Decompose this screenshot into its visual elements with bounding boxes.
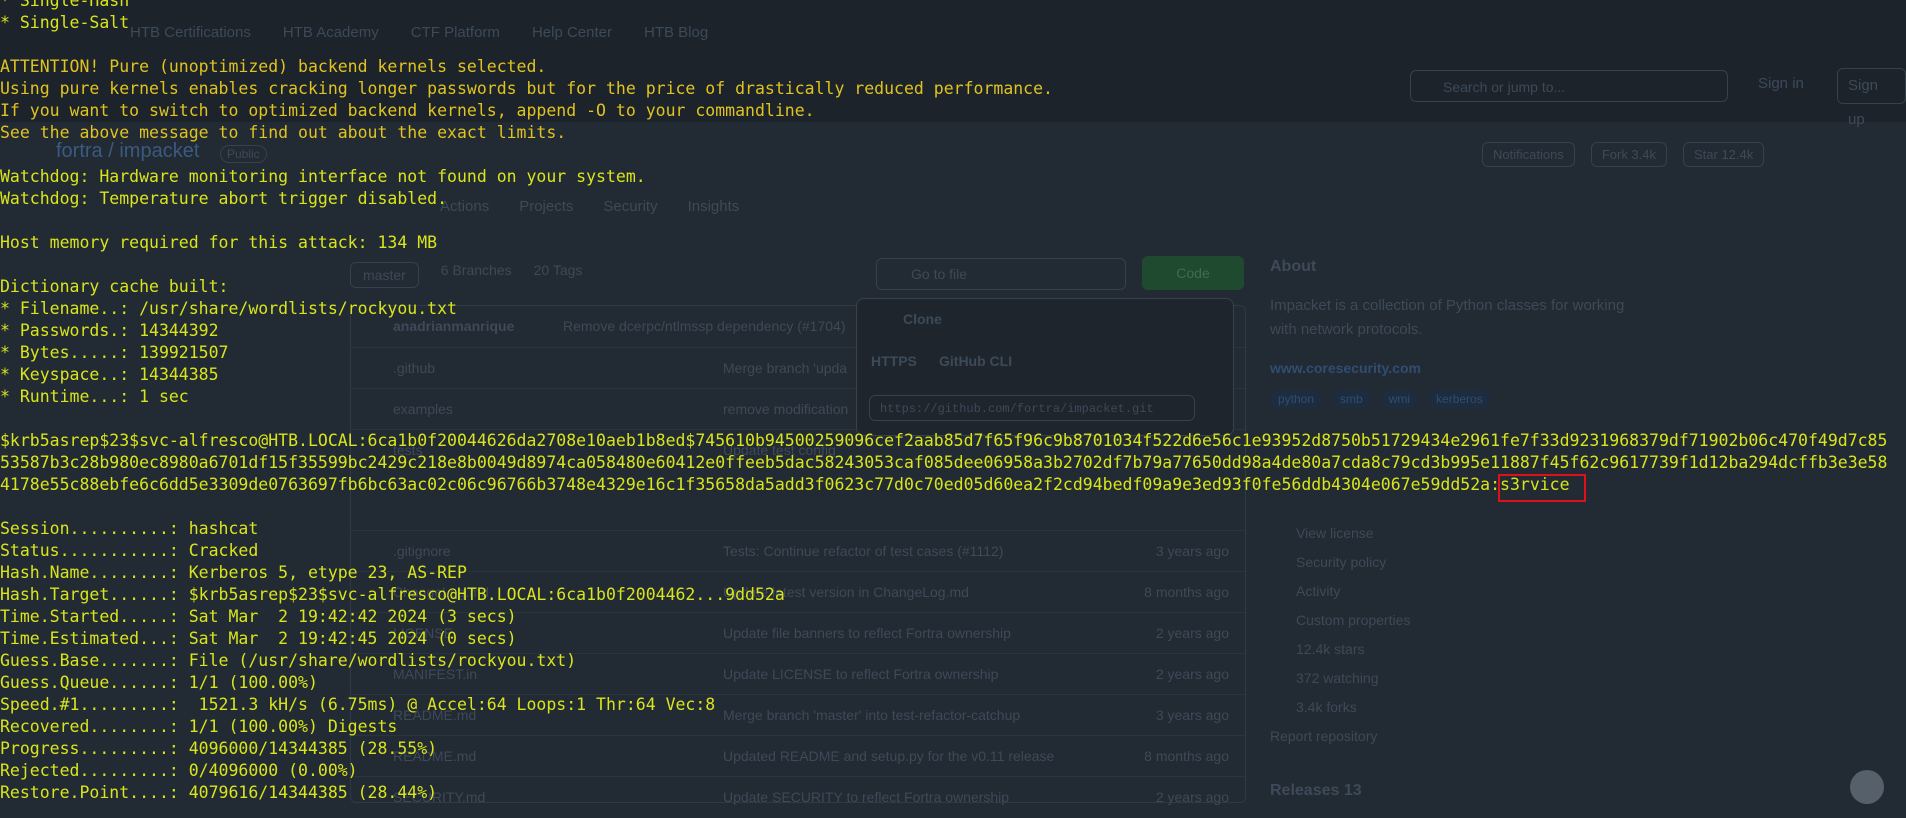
status-line: Time.Estimated...: Sat Mar 2 19:42:45 20…: [0, 629, 517, 648]
status-line: Guess.Base.......: File (/usr/share/word…: [0, 651, 577, 670]
hash-line-final: 4178e55c88ebfe6c6dd5e3309de0763697fb6bc6…: [0, 474, 1906, 496]
attention-line: ATTENTION! Pure (unoptimized) backend ke…: [0, 57, 547, 76]
attention-line: If you want to switch to optimized backe…: [0, 101, 815, 120]
status-line: Rejected.........: 0/4096000 (0.00%): [0, 761, 358, 780]
hash-line: $krb5asrep$23$svc-alfresco@HTB.LOCAL:6ca…: [0, 431, 1888, 450]
dictionary-line: * Runtime...: 1 sec: [0, 387, 189, 406]
hash-tail: 4178e55c88ebfe6c6dd5e3309de0763697fb6bc6…: [0, 475, 1491, 494]
password-highlight-box: [1498, 474, 1586, 502]
status-line: Speed.#1.........: 1521.3 kH/s (6.75ms) …: [0, 695, 716, 714]
status-line: Guess.Queue......: 1/1 (100.00%): [0, 673, 318, 692]
status-line: Hash.Target......: $krb5asrep$23$svc-alf…: [0, 585, 785, 604]
dictionary-line: Dictionary cache built:: [0, 277, 229, 296]
watchdog-line: Watchdog: Hardware monitoring interface …: [0, 167, 646, 186]
status-line: Time.Started.....: Sat Mar 2 19:42:42 20…: [0, 607, 517, 626]
dictionary-line: * Bytes.....: 139921507: [0, 343, 229, 362]
dictionary-line: * Filename..: /usr/share/wordlists/rocky…: [0, 299, 457, 318]
attention-line: Using pure kernels enables cracking long…: [0, 79, 1053, 98]
dictionary-line: * Keyspace..: 14344385: [0, 365, 219, 384]
terminal-line: * Single-Salt: [0, 13, 130, 32]
status-line: Recovered........: 1/1 (100.00%) Digests: [0, 717, 398, 736]
watchdog-line: Watchdog: Temperature abort trigger disa…: [0, 189, 448, 208]
attention-line: See the above message to find out about …: [0, 123, 567, 142]
terminal-output: * Single-Hash * Single-Salt ATTENTION! Pu…: [0, 0, 1906, 804]
status-line: Session..........: hashcat: [0, 519, 259, 538]
memory-line: Host memory required for this attack: 13…: [0, 233, 438, 252]
terminal-line: * Single-Hash: [0, 0, 130, 10]
status-line: Progress.........: 4096000/14344385 (28.…: [0, 739, 438, 758]
status-line: Hash.Name........: Kerberos 5, etype 23,…: [0, 563, 467, 582]
dictionary-line: * Passwords.: 14344392: [0, 321, 219, 340]
hash-line: 53587b3c28b980ec8980a6701df15f35599bc242…: [0, 453, 1888, 472]
status-line: Status...........: Cracked: [0, 541, 259, 560]
